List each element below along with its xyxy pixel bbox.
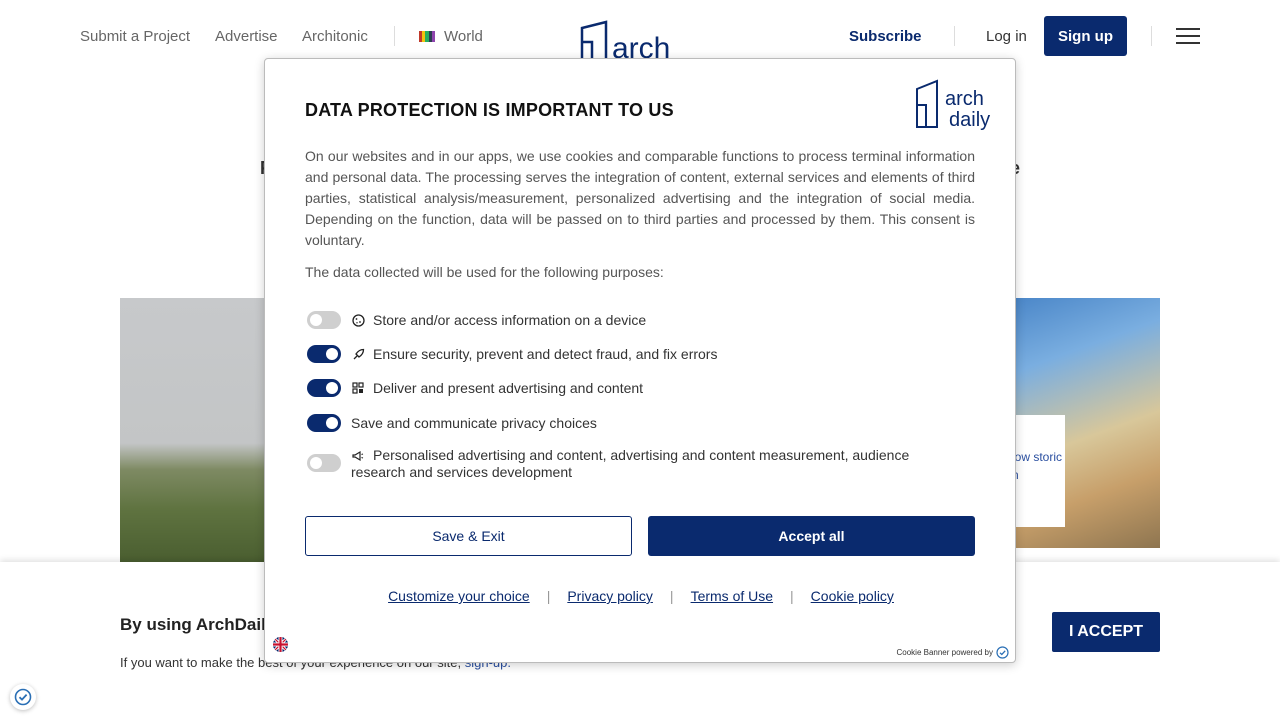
purpose-row-store-access: Store and/or access information on a dev… (307, 311, 646, 329)
advertise-link[interactable]: Advertise (215, 28, 278, 45)
menu-icon[interactable] (1176, 28, 1200, 44)
nav-divider (394, 26, 395, 46)
signup-button[interactable]: Sign up (1044, 16, 1127, 56)
purposes-intro: The data collected will be used for the … (305, 264, 664, 280)
nav-divider (1151, 26, 1152, 46)
archdaily-logo[interactable]: arch (578, 20, 698, 62)
purpose-toggle[interactable] (307, 311, 341, 329)
purpose-row-privacy-choices: Save and communicate privacy choices (307, 414, 597, 432)
purpose-toggle[interactable] (307, 379, 341, 397)
purpose-toggle[interactable] (307, 414, 341, 432)
article-card-title[interactable]: low storic n (1012, 448, 1062, 484)
powered-by: Cookie Banner powered by (896, 646, 1009, 659)
purpose-label: Personalised advertising and content, ad… (351, 447, 910, 480)
terms-of-use-link[interactable]: Terms of Use (691, 588, 773, 604)
subscribe-link[interactable]: Subscribe (849, 28, 922, 45)
modal-logo-line1: arch (945, 88, 984, 110)
customize-choice-link[interactable]: Customize your choice (388, 588, 530, 604)
rocket-icon (351, 347, 365, 361)
link-separator: | (790, 588, 794, 604)
notice-title: By using ArchDaily (120, 615, 276, 634)
nav-divider (954, 26, 955, 46)
world-flag-icon (419, 31, 436, 42)
purpose-label: Store and/or access information on a dev… (373, 312, 647, 328)
modal-links: Customize your choice | Privacy policy |… (265, 588, 1017, 604)
cookie-icon (351, 313, 365, 327)
link-separator: | (669, 588, 674, 604)
grid-icon (351, 381, 365, 395)
powered-by-text: Cookie Banner powered by (896, 648, 993, 657)
accept-all-button[interactable]: Accept all (648, 516, 975, 556)
purpose-label: Ensure security, prevent and detect frau… (373, 346, 718, 362)
save-exit-button[interactable]: Save & Exit (305, 516, 632, 556)
cookie-policy-link[interactable]: Cookie policy (811, 588, 894, 604)
architonic-link[interactable]: Architonic (302, 28, 368, 45)
purpose-label: Save and communicate privacy choices (351, 415, 597, 431)
login-link[interactable]: Log in (986, 28, 1027, 45)
purpose-label: Deliver and present advertising and cont… (373, 380, 644, 396)
privacy-badge-icon[interactable] (10, 684, 36, 710)
megaphone-icon (351, 449, 365, 463)
privacy-policy-link[interactable]: Privacy policy (567, 588, 653, 604)
consent-modal: DATA PROTECTION IS IMPORTANT TO US arch … (264, 58, 1016, 663)
purpose-label-wrap: Personalised advertising and content, ad… (351, 447, 937, 481)
purpose-row-security: Ensure security, prevent and detect frau… (307, 345, 717, 363)
link-separator: | (546, 588, 551, 604)
archdaily-modal-logo: arch daily (916, 79, 990, 131)
submit-project-link[interactable]: Submit a Project (80, 28, 190, 45)
purpose-toggle[interactable] (307, 454, 341, 472)
purpose-row-personalised: Personalised advertising and content, ad… (307, 447, 937, 481)
modal-body-text: On our websites and in our apps, we use … (305, 148, 975, 248)
modal-logo-line2: daily (949, 109, 990, 131)
purpose-toggle[interactable] (307, 345, 341, 363)
world-edition-selector[interactable]: World (444, 28, 483, 45)
purpose-row-advertising: Deliver and present advertising and cont… (307, 379, 643, 397)
i-accept-button[interactable]: I ACCEPT (1052, 612, 1160, 652)
article-image-left[interactable] (120, 298, 270, 562)
modal-title: DATA PROTECTION IS IMPORTANT TO US (305, 100, 674, 120)
usercentrics-check-icon (996, 646, 1009, 659)
language-flag-icon[interactable] (273, 637, 288, 652)
